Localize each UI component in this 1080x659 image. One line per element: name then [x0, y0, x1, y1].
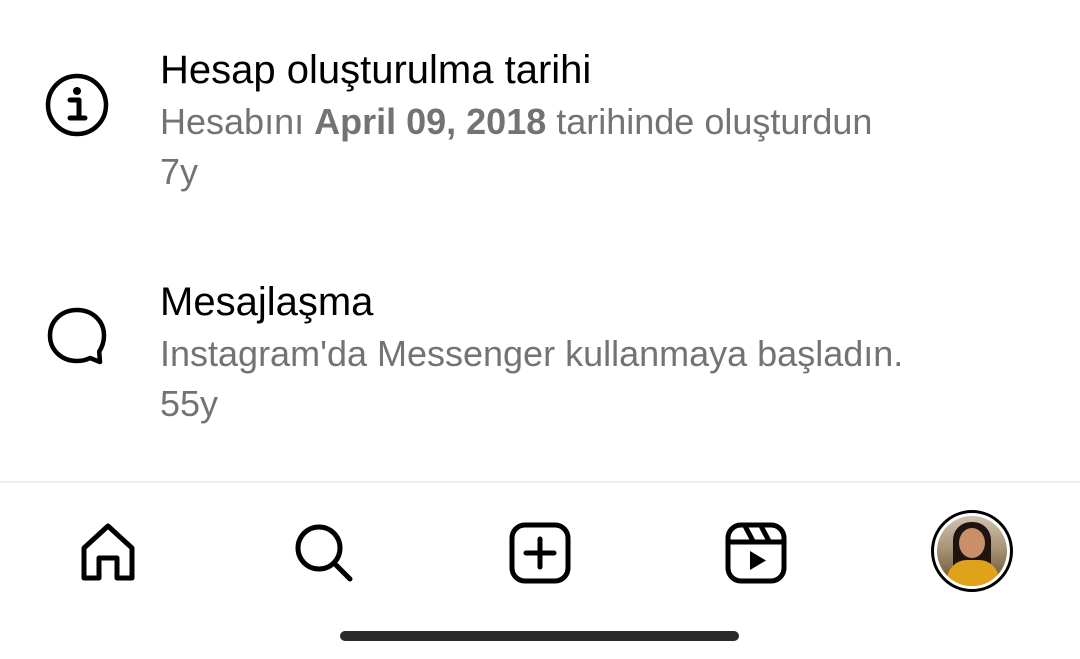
- activity-feed: Hesap oluşturulma tarihi Hesabını April …: [0, 0, 1080, 482]
- tab-reels[interactable]: [716, 513, 796, 593]
- reels-icon: [725, 522, 787, 584]
- profile-avatar: [931, 510, 1013, 592]
- activity-item-text: Mesajlaşma Instagram'da Messenger kullan…: [160, 276, 1040, 428]
- activity-item-timestamp: 55y: [160, 383, 219, 424]
- home-icon: [81, 523, 135, 581]
- create-icon: [509, 522, 571, 584]
- activity-item-description: Hesabını April 09, 2018 tarihinde oluştu…: [160, 96, 1040, 148]
- activity-item-account-created[interactable]: Hesap oluşturulma tarihi Hesabını April …: [0, 44, 1080, 204]
- home-indicator[interactable]: [340, 631, 739, 641]
- info-icon: [44, 72, 110, 138]
- profile-photo: [937, 516, 1007, 586]
- search-icon: [295, 524, 353, 582]
- activity-item-title: Hesap oluşturulma tarihi: [160, 48, 592, 92]
- tab-home[interactable]: [68, 513, 148, 593]
- account-creation-date: April 09, 2018: [314, 101, 547, 142]
- activity-item-title: Mesajlaşma: [160, 280, 374, 324]
- message-bubble-icon: [44, 304, 110, 370]
- bottom-tab-bar: [0, 483, 1080, 619]
- tab-create[interactable]: [500, 513, 580, 593]
- activity-item-messaging[interactable]: Mesajlaşma Instagram'da Messenger kullan…: [0, 276, 1080, 436]
- tab-profile[interactable]: [930, 509, 1014, 593]
- activity-item-text: Hesap oluşturulma tarihi Hesabını April …: [160, 44, 1040, 196]
- description-suffix: tarihinde oluşturdun: [546, 101, 873, 142]
- activity-item-timestamp: 7y: [160, 151, 199, 192]
- description-prefix: Hesabını: [160, 101, 315, 142]
- tab-search[interactable]: [284, 513, 364, 593]
- activity-item-description: Instagram'da Messenger kullanmaya başlad…: [160, 333, 904, 374]
